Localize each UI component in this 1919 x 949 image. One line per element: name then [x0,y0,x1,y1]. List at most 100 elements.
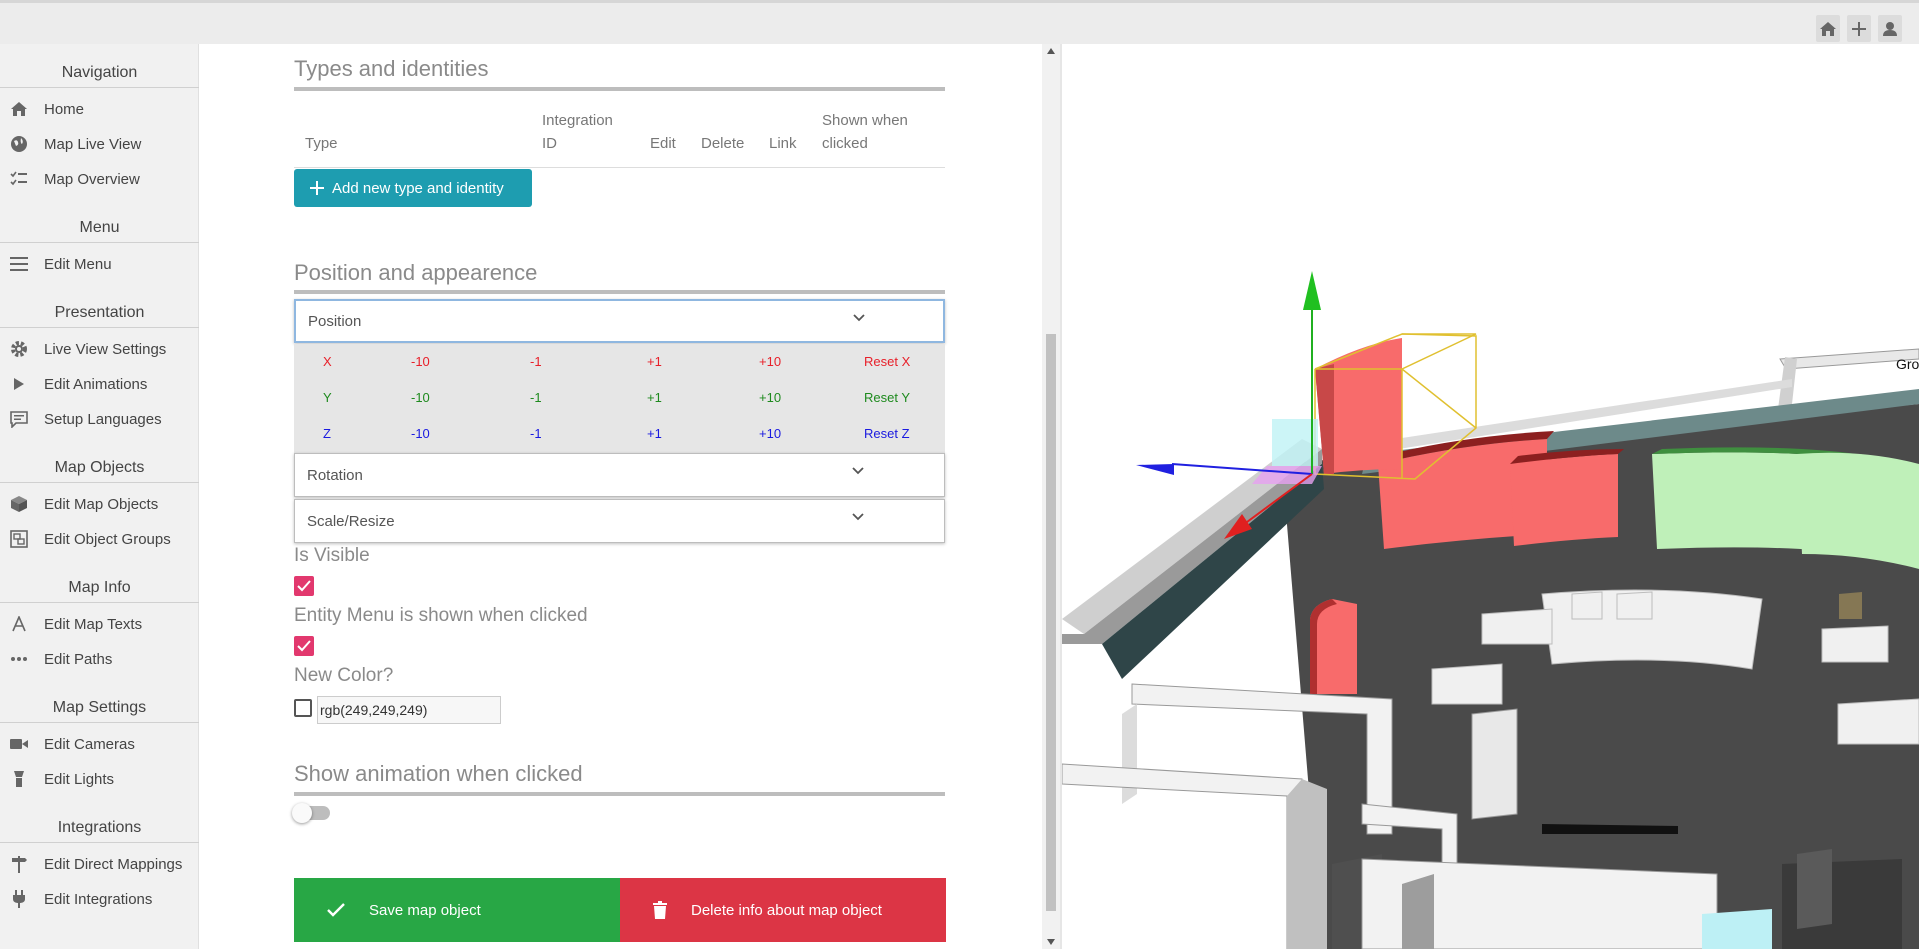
sidebar-item-label: Edit Animations [44,375,148,393]
map-text-label: Gro [1896,356,1919,372]
scroll-thumb[interactable] [1046,334,1056,911]
accordion-rotation[interactable]: Rotation [294,453,945,497]
wall [1402,874,1434,949]
z-minus-1-button[interactable]: -1 [530,426,542,441]
reset-y-button[interactable]: Reset Y [864,390,910,405]
z-minus-10-button[interactable]: -10 [411,426,430,441]
y-minus-10-button[interactable]: -10 [411,390,430,405]
globe-icon [8,133,30,155]
y-plus-1-button[interactable]: +1 [647,390,662,405]
sidebar-heading-map-objects: Map Objects [54,459,145,476]
section-divider [294,792,945,796]
entity-menu-checkbox[interactable] [294,636,314,656]
sidebar-item-live-view-settings[interactable]: Live View Settings [0,334,199,364]
axis-label-z: Z [323,426,331,441]
home-icon [8,98,30,120]
sidebar-item-edit-cameras[interactable]: Edit Cameras [0,729,199,759]
sidebar-item-label: Map Live View [44,135,142,153]
is-visible-label: Is Visible [294,545,370,566]
desk [1839,592,1862,619]
delete-map-object-button[interactable]: Delete info about map object [620,878,946,942]
sidebar-item-edit-lights[interactable]: Edit Lights [0,764,199,794]
gear-icon [8,338,30,360]
add-type-label: Add new type and identity [332,179,504,197]
y-axis-arrow[interactable] [1303,271,1321,310]
plus-icon[interactable] [1847,15,1871,42]
sidebar-heading-map-info: Map Info [68,579,131,596]
y-plus-10-button[interactable]: +10 [759,390,781,405]
sidebar: Navigation Home Map Live View Map Overvi… [0,44,199,949]
sidebar-item-map-live-view[interactable]: Map Live View [0,129,199,159]
x-minus-1-button[interactable]: -1 [530,354,542,369]
check-icon [297,640,311,652]
sidebar-item-home[interactable]: Home [0,94,199,124]
sidebar-item-label: Edit Map Texts [44,615,143,633]
video-icon [8,733,30,755]
accordion-label: Scale/Resize [307,512,395,530]
entity-menu-label: Entity Menu is shown when clicked [294,605,588,626]
position-controls: X -10 -1 +1 +10 Reset X Y -10 -1 +1 +10 … [294,344,945,453]
show-animation-toggle[interactable] [292,803,330,823]
z-plus-1-button[interactable]: +1 [647,426,662,441]
accordion-position[interactable]: Position [294,299,945,343]
sidebar-heading-menu: Menu [79,219,120,236]
sidebar-item-edit-menu[interactable]: Edit Menu [0,249,199,279]
header-line: clicked [822,135,868,152]
sidebar-divider [0,87,199,88]
3d-scene[interactable] [1062,44,1919,949]
reset-x-button[interactable]: Reset X [864,354,910,369]
sidebar-heading-map-settings: Map Settings [52,699,147,716]
plug-icon [8,888,30,910]
form-scrollbar[interactable] [1042,44,1060,949]
wall [1287,779,1327,949]
z-plus-10-button[interactable]: +10 [759,426,781,441]
check-icon [297,580,311,592]
x-minus-10-button[interactable]: -10 [411,354,430,369]
sidebar-item-edit-animations[interactable]: Edit Animations [0,369,199,399]
new-color-label: New Color? [294,665,394,686]
save-map-object-button[interactable]: Save map object [294,878,620,942]
object-group-icon [8,528,30,550]
x-plus-1-button[interactable]: +1 [647,354,662,369]
font-icon [8,613,30,635]
sidebar-item-edit-direct-mappings[interactable]: Edit Direct Mappings [0,849,199,879]
chair [1616,591,1653,620]
sidebar-item-label: Edit Integrations [44,890,153,908]
home-icon[interactable] [1816,15,1840,42]
sofa [1821,625,1889,663]
sidebar-item-edit-map-texts[interactable]: Edit Map Texts [0,609,199,639]
color-value-input[interactable]: rgb(249,249,249) [317,696,501,724]
user-icon[interactable] [1878,15,1902,42]
check-icon [327,903,345,917]
axis-label-y: Y [323,390,332,405]
sidebar-heading-integrations: Integrations [57,819,142,836]
is-visible-checkbox[interactable] [294,576,314,596]
position-section-title: Position and appearence [294,260,538,285]
sidebar-item-setup-languages[interactable]: Setup Languages [0,404,199,434]
sidebar-heading-presentation: Presentation [54,304,145,321]
chevron-down-icon [851,464,865,482]
new-color-checkbox[interactable] [294,699,312,717]
wall [1471,708,1518,820]
sidebar-item-edit-map-objects[interactable]: Edit Map Objects [0,489,199,519]
add-type-button[interactable]: Add new type and identity [294,169,532,207]
header-line: ID [542,135,557,152]
y-minus-1-button[interactable]: -1 [530,390,542,405]
accordion-scale-resize[interactable]: Scale/Resize [294,499,945,543]
reset-z-button[interactable]: Reset Z [864,426,910,441]
chair [1571,591,1603,620]
column-header-link: Link [769,135,797,152]
sidebar-item-edit-integrations[interactable]: Edit Integrations [0,884,199,914]
3d-map-viewport[interactable]: Gro [1062,44,1919,949]
x-plus-10-button[interactable]: +10 [759,354,781,369]
scroll-down-arrow-icon[interactable] [1047,939,1055,945]
sidebar-item-map-overview[interactable]: Map Overview [0,164,199,194]
play-icon [8,373,30,395]
x-axis-arrow[interactable] [1136,464,1174,475]
types-section-title: Types and identities [294,56,489,81]
save-label: Save map object [369,901,481,919]
sidebar-item-label: Edit Map Objects [44,495,159,513]
scroll-up-arrow-icon[interactable] [1047,48,1055,54]
sidebar-item-edit-object-groups[interactable]: Edit Object Groups [0,524,199,554]
sidebar-item-edit-paths[interactable]: Edit Paths [0,644,199,674]
